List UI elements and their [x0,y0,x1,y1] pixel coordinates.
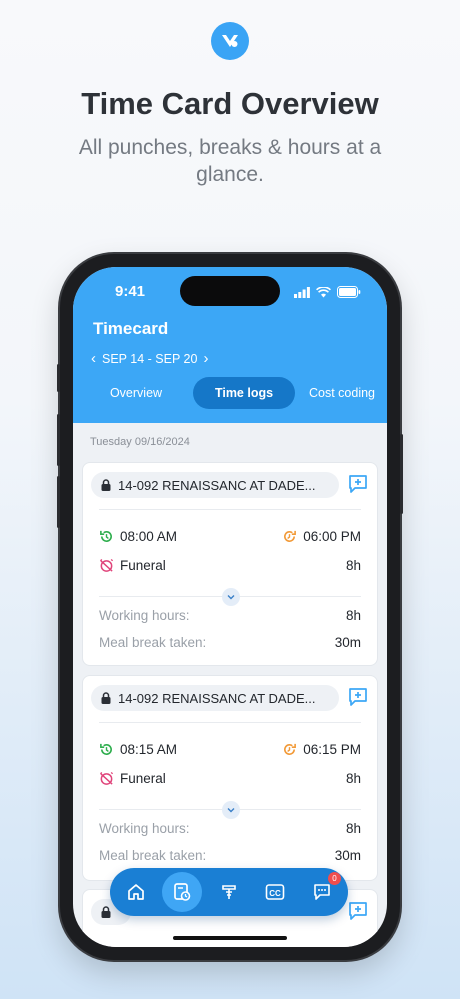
lock-icon [101,906,111,918]
logo-icon [222,35,238,47]
nav-cc[interactable]: CC [255,872,295,912]
chevron-left-icon[interactable]: ‹ [91,351,96,366]
time-log-card[interactable]: 14-092 RENAISSANC AT DADE... 08:00 AM 06… [82,462,378,666]
page-title: Timecard [93,319,169,338]
home-indicator [173,936,287,940]
add-note-icon[interactable] [348,901,368,926]
meal-break-value: 30m [334,848,361,863]
lock-icon [101,692,111,704]
tab-time-logs[interactable]: Time logs [193,377,295,409]
header: 9:41 Timecard ‹ SEP 14 - SEP 20 › Overvi… [73,267,387,423]
tab-bar: Overview Time logs Cost coding [73,377,387,409]
leave-clock-icon [99,558,114,572]
clock-out-time: 06:00 PM [303,529,361,544]
timecard-icon [174,883,191,901]
signal-icon [294,286,310,298]
working-hours-label: Working hours: [99,821,190,836]
tab-cost-coding[interactable]: Cost coding [309,377,387,409]
tab-overview[interactable]: Overview [93,377,179,409]
battery-icon [337,286,361,298]
wifi-icon [316,286,331,297]
week-range: SEP 14 - SEP 20 [102,352,198,366]
cc-icon: CC [265,884,285,900]
nav-timecard[interactable] [162,872,202,912]
leave-row: Funeral 8h [99,558,361,573]
chevron-right-icon[interactable]: › [203,351,208,366]
meal-break-label: Meal break taken: [99,635,207,650]
week-selector: ‹ SEP 14 - SEP 20 › [91,351,208,366]
job-name: 14-092 RENAISSANC AT DADE... [118,690,316,706]
bottom-nav: CC 0 [110,868,348,916]
clock-in-icon [100,743,112,755]
clock-out-icon [284,743,297,755]
add-note-icon[interactable] [348,474,368,499]
working-hours-value: 8h [345,821,361,836]
leave-hours: 8h [345,558,361,573]
time-log-card[interactable]: 14-092 RENAISSANC AT DADE... 08:15 AM 06… [82,675,378,881]
expand-button[interactable] [222,588,240,606]
leave-hours: 8h [345,771,361,786]
date-label: Tuesday 09/16/2024 [90,436,190,448]
status-icons [294,286,361,298]
home-icon [128,884,144,900]
working-hours-row: Working hours: 8h [99,608,361,623]
leave-type: Funeral [120,771,166,786]
working-hours-value: 8h [345,608,361,623]
meal-break-row: Meal break taken: 30m [99,635,361,650]
punch-row: 08:15 AM 06:15 PM [99,742,361,757]
chat-badge: 0 [328,872,341,885]
meal-break-label: Meal break taken: [99,848,207,863]
svg-text:CC: CC [269,889,281,898]
job-name: 14-092 RENAISSANC AT DADE... [118,477,316,493]
promo-subline: All punches, breaks & hours at a glance. [78,136,382,186]
clock-in-time: 08:15 AM [120,742,178,757]
leave-clock-icon [99,771,114,785]
job-pill[interactable]: 14-092 RENAISSANC AT DADE... [91,472,339,498]
nav-chat[interactable]: 0 [302,872,342,912]
status-time: 9:41 [115,283,146,300]
chevron-down-icon [227,595,235,600]
working-hours-row: Working hours: 8h [99,821,361,836]
app-screen: 9:41 Timecard ‹ SEP 14 - SEP 20 › Overvi… [73,267,387,947]
leave-row: Funeral 8h [99,771,361,786]
app-logo [211,22,249,60]
chat-icon [314,884,330,900]
promo-headline: Time Card Overview [81,86,379,121]
meal-break-row: Meal break taken: 30m [99,848,361,863]
meal-break-value: 30m [334,635,361,650]
nav-cost-code[interactable] [209,872,249,912]
lock-icon [101,479,111,491]
dynamic-island [180,276,280,306]
punch-row: 08:00 AM 06:00 PM [99,529,361,544]
expand-button[interactable] [222,801,240,819]
add-note-icon[interactable] [348,687,368,712]
clock-out-icon [284,530,297,542]
working-hours-label: Working hours: [99,608,190,623]
phone-frame: 9:41 Timecard ‹ SEP 14 - SEP 20 › Overvi… [57,254,403,960]
clock-in-time: 08:00 AM [120,529,178,544]
job-pill[interactable]: 14-092 RENAISSANC AT DADE... [91,685,339,711]
cost-code-icon [222,885,236,899]
clock-in-icon [100,530,112,542]
chevron-down-icon [227,808,235,813]
nav-home[interactable] [116,872,156,912]
leave-type: Funeral [120,558,166,573]
clock-out-time: 06:15 PM [303,742,361,757]
